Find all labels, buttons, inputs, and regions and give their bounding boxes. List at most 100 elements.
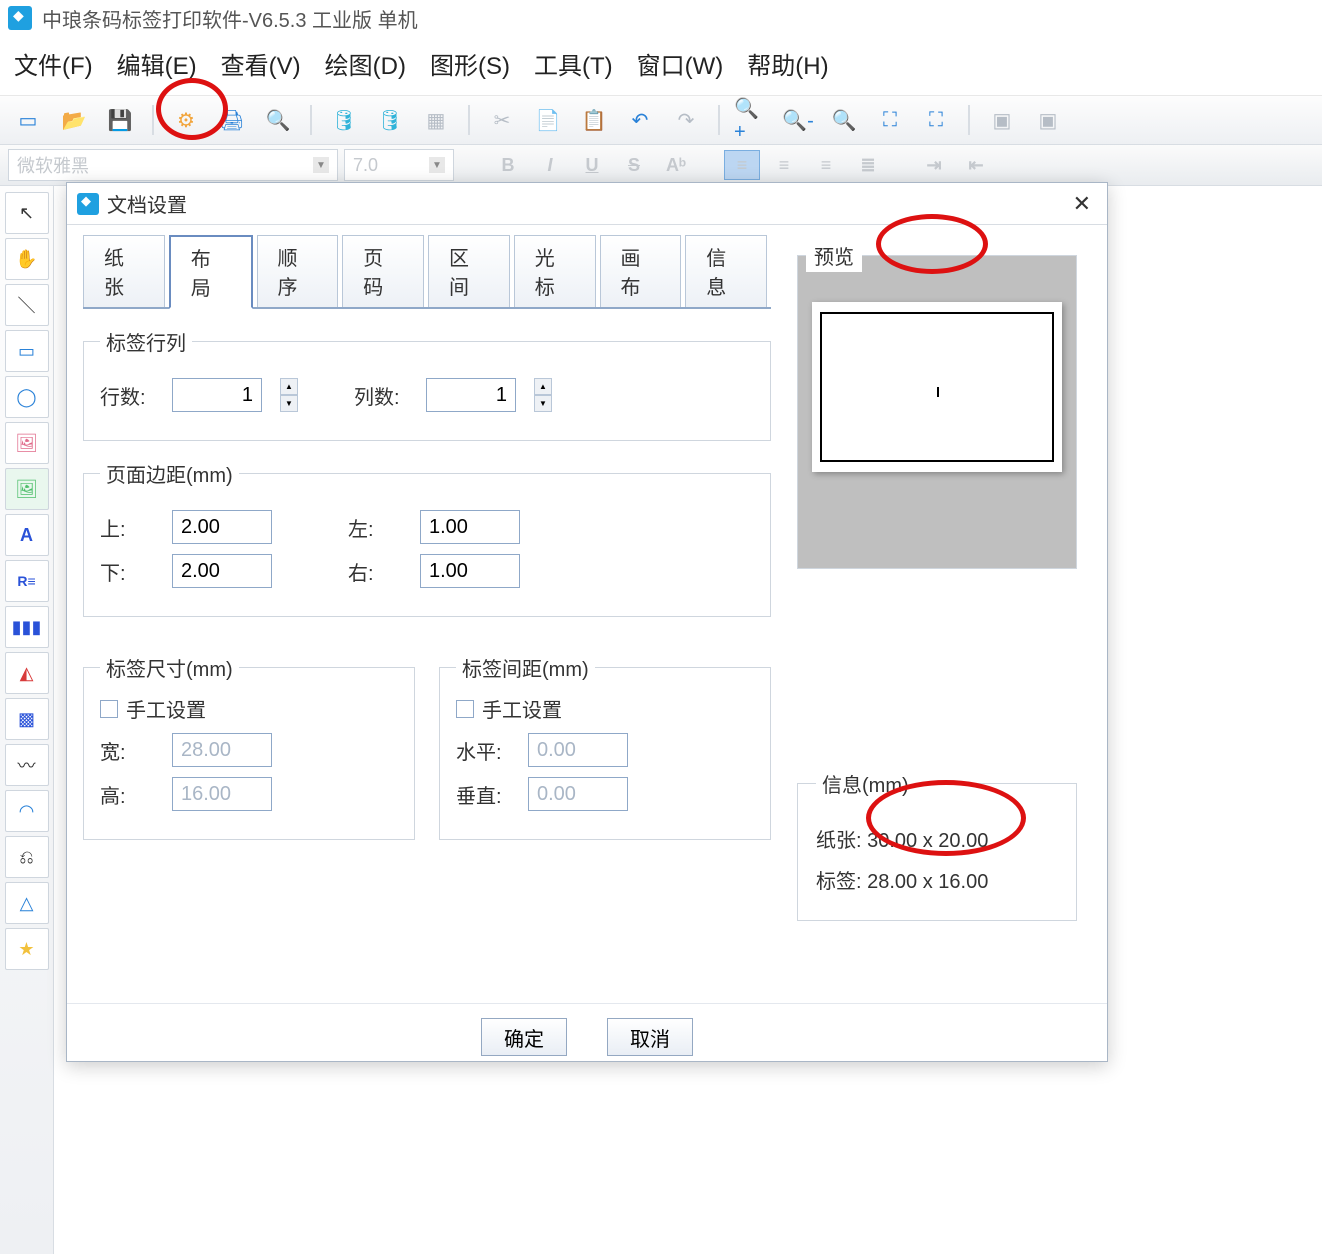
pointer-tool-icon[interactable]: ↖ xyxy=(5,192,49,234)
align-center-icon[interactable]: ≡ xyxy=(766,150,802,180)
menu-help[interactable]: 帮助(H) xyxy=(747,46,828,81)
close-button[interactable]: ✕ xyxy=(1067,191,1097,217)
tab-page[interactable]: 页码 xyxy=(342,235,424,307)
database-refresh-icon[interactable]: 🛢 xyxy=(372,102,408,138)
cols-up-icon[interactable]: ▲ xyxy=(534,378,552,395)
size-manual-checkbox[interactable]: 手工设置 xyxy=(100,694,398,723)
ellipse-tool-icon[interactable]: ◯ xyxy=(5,376,49,418)
group-gap: 标签间距(mm) 手工设置 水平: 垂直: xyxy=(439,653,771,840)
barcode-tool-icon[interactable]: ▮▮▮ xyxy=(5,606,49,648)
open-icon[interactable]: 📂 xyxy=(56,102,92,138)
margin-bottom-input[interactable] xyxy=(172,554,272,588)
menu-tool[interactable]: 工具(T) xyxy=(534,46,613,81)
align-group-icon[interactable]: ▣ xyxy=(984,102,1020,138)
separator xyxy=(310,105,312,135)
cancel-button[interactable]: 取消 xyxy=(607,1018,693,1056)
font-name-select[interactable]: 微软雅黑 ▼ xyxy=(8,149,338,181)
cols-input[interactable] xyxy=(426,378,516,412)
roundrect-tool-icon[interactable]: ▭ xyxy=(5,330,49,372)
tab-order[interactable]: 顺序 xyxy=(257,235,339,307)
gap-manual-label: 手工设置 xyxy=(482,694,562,723)
undo-icon[interactable]: ↶ xyxy=(622,102,658,138)
shape-tool-icon[interactable]: ◭ xyxy=(5,652,49,694)
align-group2-icon[interactable]: ▣ xyxy=(1030,102,1066,138)
info-paper-row: 纸张: 30.00 x 20.00 xyxy=(816,824,1058,853)
curve-tool-icon[interactable]: 〰 xyxy=(5,744,49,786)
menu-file[interactable]: 文件(F) xyxy=(14,46,93,81)
zoom-in-icon[interactable]: 🔍+ xyxy=(734,102,770,138)
menu-draw[interactable]: 绘图(D) xyxy=(325,46,406,81)
rows-down-icon[interactable]: ▼ xyxy=(280,395,298,412)
align-justify-icon[interactable]: ≣ xyxy=(850,150,886,180)
tab-canvas[interactable]: 画布 xyxy=(600,235,682,307)
triangle-tool-icon[interactable]: △ xyxy=(5,882,49,924)
text-tool-icon[interactable]: A xyxy=(5,514,49,556)
ok-button[interactable]: 确定 xyxy=(481,1018,567,1056)
width-label: 宽: xyxy=(100,736,154,765)
cols-label: 列数: xyxy=(354,381,408,410)
arc-tool-icon[interactable]: ◠ xyxy=(5,790,49,832)
dialog-titlebar: 文档设置 ✕ xyxy=(67,183,1107,225)
margin-top-input[interactable] xyxy=(172,510,272,544)
underline-icon[interactable]: U xyxy=(574,150,610,180)
polyline-tool-icon[interactable]: ⎌ xyxy=(5,836,49,878)
tab-cursor[interactable]: 光标 xyxy=(514,235,596,307)
align-right-icon[interactable]: ≡ xyxy=(808,150,844,180)
richtext-tool-icon[interactable]: R≡ xyxy=(5,560,49,602)
rows-input[interactable] xyxy=(172,378,262,412)
font-size-select[interactable]: 7.0 ▼ xyxy=(344,149,454,181)
cut-icon[interactable]: ✂ xyxy=(484,102,520,138)
database-icon[interactable]: 🛢 xyxy=(326,102,362,138)
save-icon[interactable]: 💾 xyxy=(102,102,138,138)
image2-tool-icon[interactable]: 🖼 xyxy=(5,468,49,510)
height-input[interactable] xyxy=(172,777,272,811)
print-preview-icon[interactable]: 🔍 xyxy=(260,102,296,138)
tab-info[interactable]: 信息 xyxy=(685,235,767,307)
indent-inc-icon[interactable]: ⇥ xyxy=(916,150,952,180)
rows-up-icon[interactable]: ▲ xyxy=(280,378,298,395)
cols-spinner[interactable]: ▲ ▼ xyxy=(534,378,552,412)
copy-icon[interactable]: 📄 xyxy=(530,102,566,138)
height-label: 高: xyxy=(100,780,154,809)
fit-screen-icon[interactable]: ⛶ xyxy=(872,102,908,138)
menu-view[interactable]: 查看(V) xyxy=(221,46,301,81)
image-tool-icon[interactable]: 🖼 xyxy=(5,422,49,464)
zoom-out-icon[interactable]: 🔍- xyxy=(780,102,816,138)
zoom-reset-icon[interactable]: 🔍 xyxy=(826,102,862,138)
paste-icon[interactable]: 📋 xyxy=(576,102,612,138)
settings-gear-icon[interactable]: ⚙ xyxy=(168,102,204,138)
align-left-icon[interactable]: ≡ xyxy=(724,150,760,180)
menu-edit[interactable]: 编辑(E) xyxy=(117,46,197,81)
bold-icon[interactable]: B xyxy=(490,150,526,180)
margin-top-label: 上: xyxy=(100,513,154,542)
tab-paper[interactable]: 纸张 xyxy=(83,235,165,307)
vgap-input[interactable] xyxy=(528,777,628,811)
width-input[interactable] xyxy=(172,733,272,767)
indent-dec-icon[interactable]: ⇤ xyxy=(958,150,994,180)
cols-down-icon[interactable]: ▼ xyxy=(534,395,552,412)
grid-icon[interactable]: ▦ xyxy=(418,102,454,138)
hgap-input[interactable] xyxy=(528,733,628,767)
tab-layout[interactable]: 布局 xyxy=(169,235,253,309)
group-gap-legend: 标签间距(mm) xyxy=(456,653,595,682)
line-tool-icon[interactable]: ＼ xyxy=(5,284,49,326)
italic-icon[interactable]: I xyxy=(532,150,568,180)
hand-tool-icon[interactable]: ✋ xyxy=(5,238,49,280)
new-doc-icon[interactable]: ▭ xyxy=(10,102,46,138)
print-icon[interactable]: 🖨 xyxy=(214,102,250,138)
rows-spinner[interactable]: ▲ ▼ xyxy=(280,378,298,412)
menu-shape[interactable]: 图形(S) xyxy=(430,46,510,81)
star-tool-icon[interactable]: ★ xyxy=(5,928,49,970)
qr-tool-icon[interactable]: ▩ xyxy=(5,698,49,740)
fullscreen-icon[interactable]: ⛶ xyxy=(918,102,954,138)
gap-manual-checkbox[interactable]: 手工设置 xyxy=(456,694,754,723)
menu-window[interactable]: 窗口(W) xyxy=(637,46,724,81)
redo-icon[interactable]: ↷ xyxy=(668,102,704,138)
info-label-value: 28.00 x 16.00 xyxy=(867,871,988,893)
margin-left-input[interactable] xyxy=(420,510,520,544)
superscript-icon[interactable]: Aᵇ xyxy=(658,150,694,180)
font-size-value: 7.0 xyxy=(353,155,378,176)
tab-range[interactable]: 区间 xyxy=(428,235,510,307)
strike-icon[interactable]: S xyxy=(616,150,652,180)
margin-right-input[interactable] xyxy=(420,554,520,588)
